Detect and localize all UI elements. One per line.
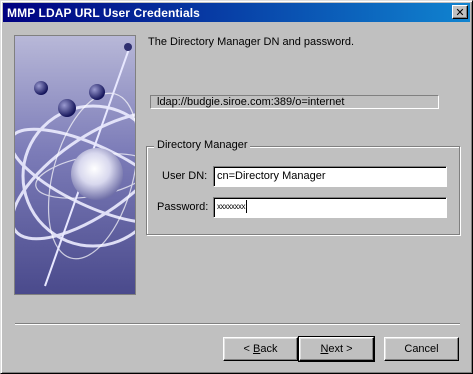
back-button-mnemonic: B [253, 343, 261, 355]
wizard-illustration [14, 35, 136, 295]
text-caret [246, 200, 247, 213]
window-title: MMP LDAP URL User Credentials [7, 5, 200, 20]
close-button[interactable]: ✕ [452, 5, 468, 19]
back-button-prefix: < [243, 343, 253, 355]
next-button[interactable]: Next > [298, 336, 375, 362]
globe-orbits-icon [15, 36, 135, 294]
next-button-mnemonic: N [320, 343, 329, 355]
back-button-rest: ack [260, 343, 278, 355]
cancel-button-label: Cancel [404, 343, 439, 355]
group-legend: Directory Manager [154, 139, 251, 151]
page-heading: The Directory Manager DN and password. [148, 36, 355, 48]
user-dn-field[interactable]: cn=Directory Manager [213, 166, 447, 187]
user-dn-value: cn=Directory Manager [217, 170, 326, 182]
password-field[interactable]: xxxxxxxx [213, 197, 447, 218]
title-bar[interactable]: MMP LDAP URL User Credentials ✕ [3, 3, 470, 22]
directory-manager-group: Directory Manager User DN: cn=Directory … [146, 139, 460, 235]
button-separator [15, 323, 460, 325]
ldap-url-display: ldap://budgie.siroe.com:389/o=internet [150, 95, 439, 109]
cancel-button[interactable]: Cancel [384, 337, 459, 361]
next-button-rest: ext > [328, 343, 353, 355]
back-button[interactable]: < Back [223, 337, 298, 361]
user-dn-label: User DN: [162, 170, 208, 182]
close-icon: ✕ [455, 5, 465, 19]
password-value: xxxxxxxx [217, 202, 246, 212]
dialog-window: MMP LDAP URL User Credentials ✕ The Dire… [0, 0, 473, 374]
password-label: Password: [157, 201, 209, 213]
